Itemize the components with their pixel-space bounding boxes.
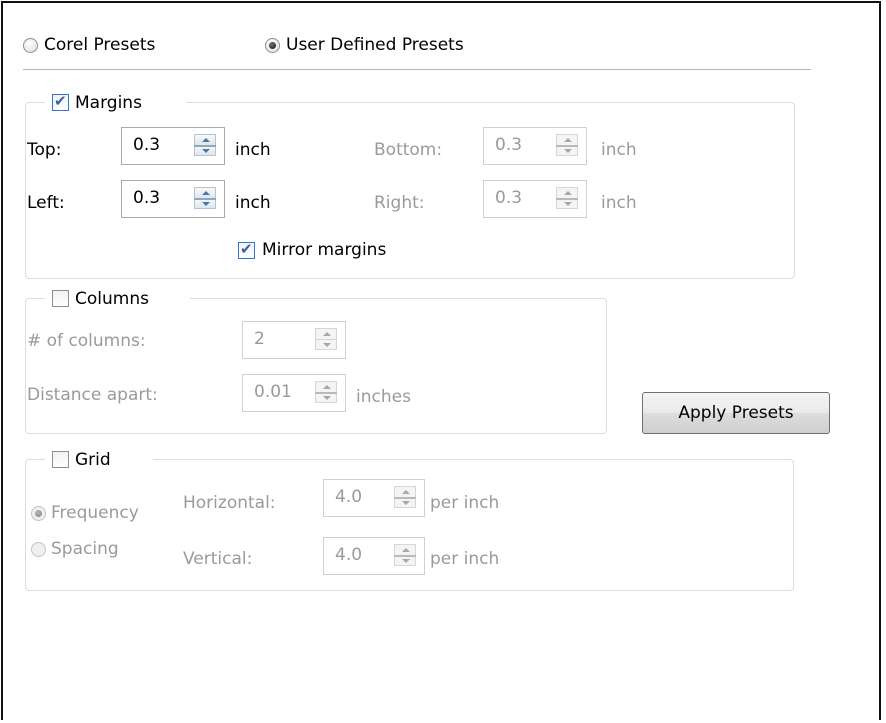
bottom-margin-value[interactable]: 0.3: [495, 135, 522, 155]
bottom-margin-spinbox[interactable]: 0.3: [483, 127, 587, 165]
horizontal-unit: per inch: [430, 493, 500, 513]
top-margin-spinbox[interactable]: 0.3: [121, 127, 225, 165]
columns-distance-spin-arrows[interactable]: [315, 381, 337, 405]
right-margin-spinbox[interactable]: 0.3: [483, 180, 587, 218]
mirror-margins-checkbox[interactable]: [238, 240, 255, 259]
spin-divider: [394, 555, 416, 557]
horizontal-spinbox[interactable]: 4.0: [323, 479, 425, 517]
columns-checkbox[interactable]: [52, 290, 69, 307]
columns-distance-unit: inches: [356, 387, 411, 407]
frequency-label[interactable]: Frequency: [51, 502, 139, 524]
right-margin-spin-arrows[interactable]: [556, 187, 578, 211]
spin-divider: [194, 198, 216, 200]
top-label: Top:: [27, 140, 62, 160]
spin-up-icon[interactable]: [556, 187, 578, 198]
left-margin-spin-arrows[interactable]: [194, 187, 216, 211]
presets-divider: [23, 69, 811, 70]
spin-divider: [556, 198, 578, 200]
spin-divider: [315, 392, 337, 394]
columns-legend-label[interactable]: Columns: [75, 288, 149, 310]
bottom-margin-spin-arrows[interactable]: [556, 134, 578, 158]
grid-legend: Grid: [45, 448, 153, 472]
columns-distance-spinbox[interactable]: 0.01: [242, 374, 346, 412]
columns-count-spinbox[interactable]: 2: [242, 321, 346, 359]
top-margin-spin-arrows[interactable]: [194, 134, 216, 158]
bottom-unit: inch: [601, 140, 637, 160]
spin-divider: [394, 497, 416, 499]
left-margin-spinbox[interactable]: 0.3: [121, 180, 225, 218]
left-margin-value[interactable]: 0.3: [133, 188, 160, 208]
spacing-label[interactable]: Spacing: [51, 538, 119, 560]
margins-legend: Margins: [45, 91, 186, 115]
spin-up-icon[interactable]: [394, 486, 416, 497]
spacing-radio[interactable]: [31, 542, 46, 557]
margins-legend-label[interactable]: Margins: [75, 92, 142, 114]
left-label: Left:: [27, 193, 65, 213]
horizontal-label: Horizontal:: [183, 493, 276, 513]
vertical-label: Vertical:: [183, 549, 253, 569]
spin-divider: [556, 145, 578, 147]
top-margin-value[interactable]: 0.3: [133, 135, 160, 155]
vertical-spinbox[interactable]: 4.0: [323, 537, 425, 575]
spin-up-icon[interactable]: [315, 328, 337, 339]
vertical-unit: per inch: [430, 549, 500, 569]
horizontal-spin-arrows[interactable]: [394, 486, 416, 510]
vertical-value[interactable]: 4.0: [335, 545, 362, 565]
columns-distance-value[interactable]: 0.01: [254, 382, 292, 402]
horizontal-value[interactable]: 4.0: [335, 487, 362, 507]
spin-divider: [194, 145, 216, 147]
columns-count-spin-arrows[interactable]: [315, 328, 337, 352]
left-unit: inch: [235, 193, 271, 213]
frequency-radio[interactable]: [31, 506, 46, 521]
grid-legend-label[interactable]: Grid: [75, 449, 111, 471]
corel-presets-label[interactable]: Corel Presets: [44, 34, 155, 56]
grid-checkbox[interactable]: [52, 451, 69, 468]
columns-count-value[interactable]: 2: [254, 329, 265, 349]
corel-presets-radio[interactable]: [23, 38, 38, 53]
spin-down-icon[interactable]: [315, 339, 337, 350]
spin-up-icon[interactable]: [194, 187, 216, 198]
dialog-frame: Corel Presets User Defined Presets Margi…: [1, 1, 881, 720]
columns-legend: Columns: [45, 287, 190, 311]
columns-count-label: # of columns:: [27, 331, 146, 351]
right-label: Right:: [374, 193, 425, 213]
columns-group: [25, 298, 607, 434]
vertical-spin-arrows[interactable]: [394, 544, 416, 568]
spin-up-icon[interactable]: [556, 134, 578, 145]
spin-up-icon[interactable]: [315, 381, 337, 392]
bottom-label: Bottom:: [374, 140, 443, 160]
margins-checkbox[interactable]: [52, 92, 69, 111]
spin-up-icon[interactable]: [194, 134, 216, 145]
right-unit: inch: [601, 193, 637, 213]
user-defined-presets-radio[interactable]: [265, 38, 280, 53]
mirror-margins-label[interactable]: Mirror margins: [262, 239, 386, 261]
right-margin-value[interactable]: 0.3: [495, 188, 522, 208]
spin-up-icon[interactable]: [394, 544, 416, 555]
columns-distance-label: Distance apart:: [27, 385, 158, 405]
top-unit: inch: [235, 140, 271, 160]
user-defined-presets-label[interactable]: User Defined Presets: [286, 34, 464, 56]
apply-presets-button[interactable]: Apply Presets: [642, 392, 830, 434]
